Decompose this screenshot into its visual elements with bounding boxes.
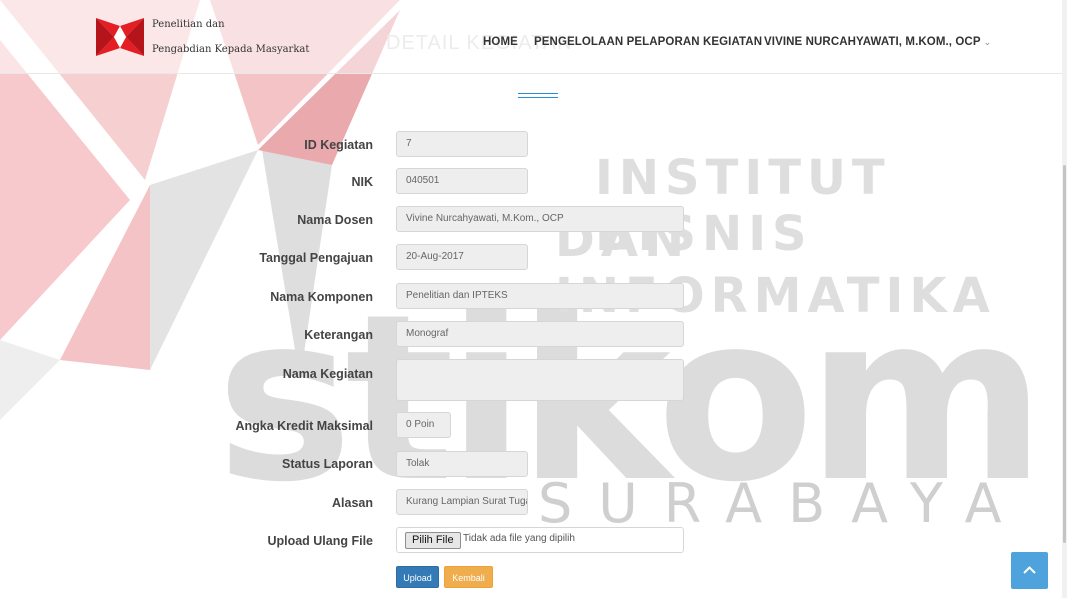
nav-home[interactable]: HOME	[483, 36, 518, 48]
choose-file-button[interactable]: Pilih File	[405, 532, 461, 549]
label-keterangan: Keterangan	[304, 328, 373, 342]
chevron-down-icon: ⌄	[983, 37, 992, 47]
top-navbar: Penelitian dan Pengabdian Kepada Masyark…	[0, 0, 1062, 74]
label-status-laporan: Status Laporan	[282, 457, 373, 471]
nama-komponen-field[interactable]: Penelitian dan IPTEKS	[396, 283, 684, 309]
title-divider	[518, 93, 558, 94]
label-nama-kegiatan: Nama Kegiatan	[282, 367, 373, 381]
upload-button[interactable]: Upload	[396, 566, 439, 588]
id-kegiatan-field[interactable]: 7	[396, 131, 528, 157]
scrollbar-thumb[interactable]	[1063, 165, 1066, 543]
watermark-city: SURABAYA	[538, 472, 1028, 535]
label-id-kegiatan: ID Kegiatan	[304, 138, 373, 152]
nav-pengelolaan-label: PENGELOLAAN PELAPORAN KEGIATAN	[534, 36, 763, 48]
nav-user-label: VIVINE NURCAHYAWATI, M.KOM., OCP	[764, 36, 981, 48]
brand-line2: Pengabdian Kepada Masyarkat	[152, 44, 310, 55]
label-nik: NIK	[351, 175, 373, 189]
scroll-to-top-button[interactable]	[1011, 552, 1048, 589]
brand-line1: Penelitian dan	[152, 19, 225, 30]
nav-pengelolaan-dropdown[interactable]: PENGELOLAAN PELAPORAN KEGIATAN ⌄	[534, 36, 773, 48]
keterangan-field[interactable]: Monograf	[396, 321, 684, 347]
label-angka-kredit: Angka Kredit Maksimal	[235, 419, 373, 433]
nama-kegiatan-textarea[interactable]	[396, 359, 684, 401]
nik-field[interactable]: 040501	[396, 168, 528, 194]
label-upload-ulang: Upload Ulang File	[267, 534, 373, 548]
alasan-field[interactable]: Kurang Lampian Surat Tugas	[396, 489, 528, 515]
back-button[interactable]: Kembali	[444, 566, 493, 588]
file-upload-input[interactable]: Pilih File Tidak ada file yang dipilih	[396, 527, 684, 553]
label-tanggal-pengajuan: Tanggal Pengajuan	[259, 251, 373, 265]
nav-user-dropdown[interactable]: VIVINE NURCAHYAWATI, M.KOM., OCP ⌄	[764, 36, 991, 48]
tanggal-pengajuan-field[interactable]: 20-Aug-2017	[396, 244, 528, 270]
label-nama-dosen: Nama Dosen	[297, 213, 373, 227]
status-laporan-field[interactable]: Tolak	[396, 451, 528, 477]
angka-kredit-field[interactable]: 0 Poin	[396, 412, 451, 438]
chevron-up-icon	[1023, 566, 1036, 574]
title-divider	[518, 97, 558, 98]
stikom-logo-icon[interactable]	[94, 16, 146, 58]
label-nama-komponen: Nama Komponen	[270, 290, 373, 304]
file-status-text: Tidak ada file yang dipilih	[463, 533, 575, 544]
nama-dosen-field[interactable]: Vivine Nurcahyawati, M.Kom., OCP	[396, 206, 684, 232]
label-alasan: Alasan	[332, 496, 373, 510]
